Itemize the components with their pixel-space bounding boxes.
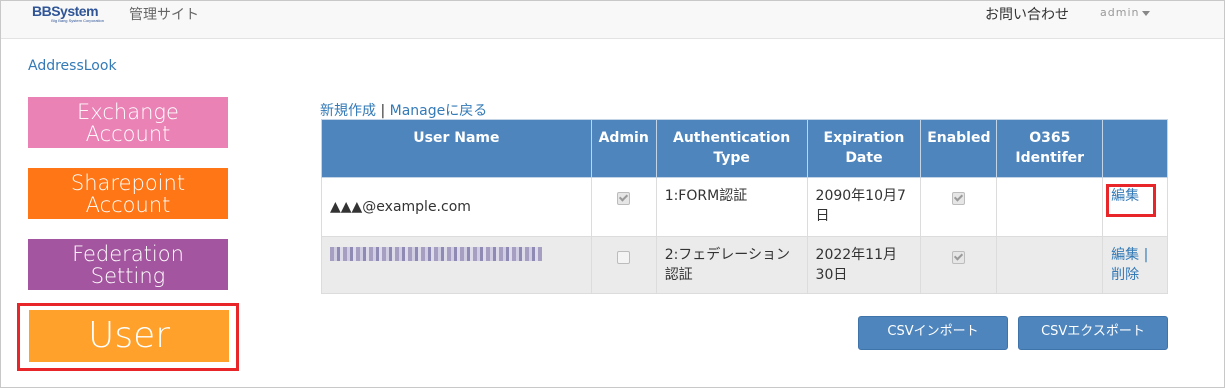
brand-logo[interactable]: BBSystem Big Bang System Corporation	[32, 4, 104, 24]
logo-text: BBSystem	[32, 3, 99, 19]
user-menu-label: admin	[1100, 6, 1140, 19]
cell-o365-id	[996, 236, 1104, 294]
header-expiration-date[interactable]: Expiration Date	[806, 119, 922, 178]
sidebar-item-user[interactable]: User	[29, 310, 229, 362]
sidebar-item-label-line1: Sharepoint	[70, 171, 186, 195]
cell-expiration: 2090年10月7日	[806, 177, 922, 237]
cell-auth-type: 2:フェデレーション認証	[655, 236, 808, 294]
enabled-checkbox	[952, 192, 966, 205]
header-o365-identifer[interactable]: O365 Identifer	[996, 119, 1104, 178]
user-menu-dropdown[interactable]: admin	[1100, 6, 1151, 19]
edit-link[interactable]: 編集	[1111, 247, 1139, 263]
csv-export-button[interactable]: CSVエクスポート	[1018, 316, 1168, 350]
header-enabled[interactable]: Enabled	[920, 119, 998, 178]
sidebar-item-label-line1: Federation	[72, 242, 184, 266]
cell-admin	[590, 177, 657, 237]
link-separator: |	[380, 103, 386, 119]
sidebar-item-exchange-account[interactable]: Exchange Account	[28, 97, 228, 148]
table-row: 2:フェデレーション認証 2022年11月30日 編集 | 削除	[321, 236, 1168, 294]
header-actions	[1102, 119, 1168, 178]
create-new-link[interactable]: 新規作成	[320, 103, 376, 119]
highlight-box-edit	[1106, 184, 1156, 217]
header-authentication-type[interactable]: Authentication Type	[655, 119, 808, 178]
cell-enabled	[920, 177, 998, 237]
sidebar-item-label-line2: Account	[85, 122, 171, 146]
admin-checkbox	[617, 251, 631, 264]
action-links: 新規作成 | Manageに戻る	[320, 100, 487, 120]
sidebar-item-label-line2: Setting	[90, 264, 166, 288]
back-to-manage-link[interactable]: Manageに戻る	[390, 103, 488, 119]
header-user-name[interactable]: User Name	[321, 119, 592, 178]
cell-expiration: 2022年11月30日	[806, 236, 922, 294]
user-table: User Name Admin Authentication Type Expi…	[321, 119, 1168, 294]
cell-user-name: ▲▲▲@example.com	[321, 177, 592, 237]
sidebar-item-federation-setting[interactable]: Federation Setting	[28, 239, 228, 290]
delete-link[interactable]: 削除	[1111, 267, 1139, 283]
sidebar-item-label: User	[87, 315, 171, 356]
header-admin[interactable]: Admin	[590, 119, 657, 178]
cell-admin	[590, 236, 657, 294]
top-navbar: BBSystem Big Bang System Corporation 管理サ…	[1, 1, 1224, 39]
cell-o365-id	[996, 177, 1104, 237]
breadcrumb[interactable]: AddressLook	[28, 58, 117, 74]
redacted-user-name	[330, 247, 542, 261]
cell-enabled	[920, 236, 998, 294]
sidebar-item-sharepoint-account[interactable]: Sharepoint Account	[28, 168, 228, 219]
cell-auth-type: 1:FORM認証	[655, 177, 808, 237]
contact-link[interactable]: お問い合わせ	[985, 4, 1069, 24]
csv-import-button[interactable]: CSVインポート	[858, 316, 1008, 350]
sidebar-item-label-line2: Account	[85, 193, 171, 217]
table-row: ▲▲▲@example.com 1:FORM認証 2090年10月7日 編集	[321, 177, 1168, 237]
chevron-down-icon	[1142, 10, 1151, 16]
admin-checkbox	[617, 192, 631, 205]
site-title[interactable]: 管理サイト	[129, 4, 199, 24]
table-header-row: User Name Admin Authentication Type Expi…	[321, 119, 1168, 178]
cell-user-name	[321, 236, 592, 294]
enabled-checkbox	[952, 251, 966, 264]
sidebar-item-label-line1: Exchange	[77, 100, 179, 124]
cell-actions: 編集 | 削除	[1102, 236, 1168, 294]
